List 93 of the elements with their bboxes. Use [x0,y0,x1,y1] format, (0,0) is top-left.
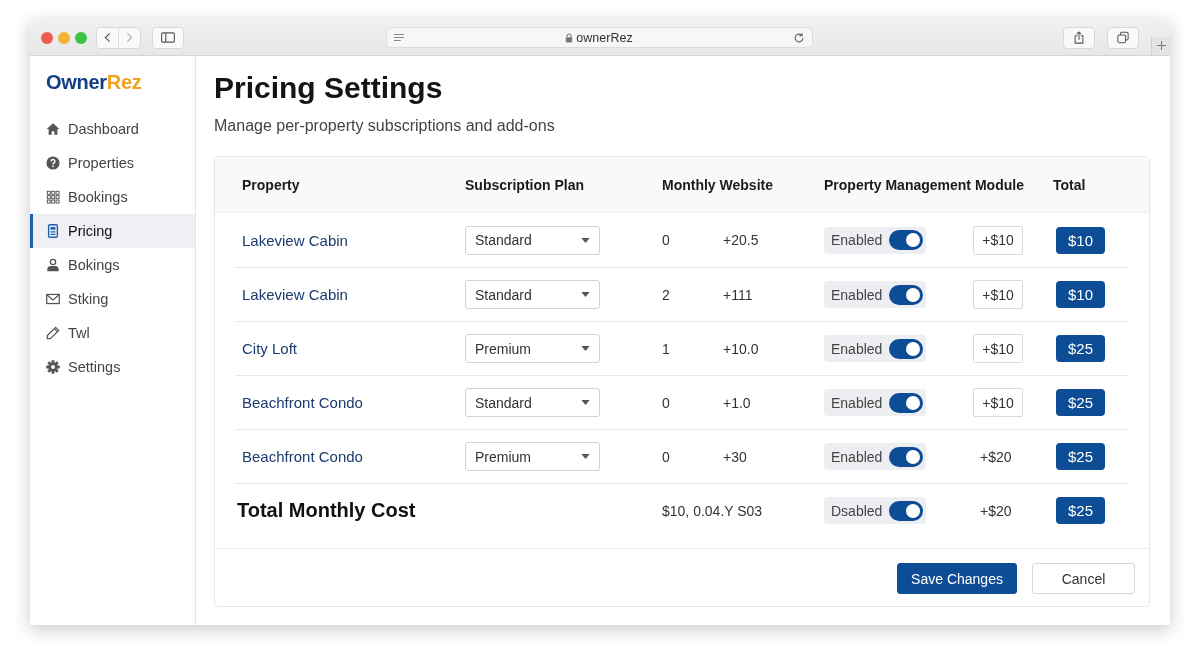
plan-dropdown[interactable]: Premium [465,442,600,471]
page-subtitle: Manage per-property subscriptions and add-ons [214,117,555,135]
column-header: Property Management Module [824,176,1024,193]
nav-item[interactable]: Stking [30,282,195,316]
gear-icon [46,360,60,374]
addon-price-field[interactable]: +$10 [973,388,1023,417]
module-status-label: Enabled [831,232,883,248]
property-link[interactable]: Beachfront Condo [242,394,363,411]
toggle-switch[interactable] [889,338,923,359]
toggle-switch[interactable] [889,392,923,413]
page-title: Pricing Settings [214,70,443,106]
property-link[interactable]: Lakeview Cabin [242,231,348,249]
nav-item[interactable]: Twl [30,316,195,350]
total-price-badge: $10 [1056,226,1105,254]
chevron-left-icon [104,32,111,43]
table-cell: $10, 0.04.Y S03 [662,502,763,519]
plan-dropdown[interactable]: Standard [465,280,600,309]
module-status-label: Enabled [831,448,883,465]
lines-icon [393,33,405,42]
table-cell: 2 [662,286,670,303]
nav-item[interactable]: Properties [30,146,195,180]
person-icon [46,258,60,272]
new-tab-button[interactable] [1151,36,1170,55]
nav-item[interactable]: Dashboard [30,112,195,146]
share-icon [1073,31,1085,44]
table-cell: 0 [662,394,670,411]
share-button[interactable] [1063,26,1095,49]
close-window-icon[interactable] [41,31,53,44]
table-cell: +10.0 [723,340,759,357]
table-cell: 1 [662,340,670,357]
toggle-switch[interactable] [889,230,923,250]
plan-dropdown[interactable]: Standard [465,225,600,255]
module-status-label: Dsabled [831,502,883,519]
caret-icon [581,400,590,405]
column-header: Property [242,176,300,193]
total-price-badge: $25 [1056,443,1105,470]
caret-icon [581,237,590,243]
addon-price-field[interactable]: +$10 [973,334,1023,363]
total-label: Total Monthly Cost [237,499,416,522]
grid-icon [46,190,60,204]
address-text: ownerRez [576,30,633,45]
total-price-badge: $25 [1056,389,1105,416]
overlapping-squares-icon [1117,31,1129,44]
plus-icon [1156,41,1166,50]
total-price-badge: $25 [1056,335,1105,362]
total-price-badge: $10 [1056,281,1105,308]
table-cell: +30 [723,448,747,465]
column-header: Monthly Website [662,176,773,193]
envelope-icon [46,292,60,306]
property-link[interactable]: Beachfront Condo [242,448,363,465]
total-price-badge: $25 [1056,497,1105,524]
column-header: Subscription Plan [465,176,584,193]
sidebar-toggle-button[interactable] [152,26,184,49]
table-cell: +1.0 [723,394,751,411]
column-header: Total [1053,176,1086,193]
logo: OwnerRez [46,70,142,94]
reload-icon[interactable] [793,31,805,44]
save-button[interactable]: Save Changes [897,563,1017,594]
property-link[interactable]: City Loft [242,340,298,357]
nav-item[interactable]: Bookings [30,180,195,214]
chevron-right-icon [126,32,133,43]
table-cell: 0 [662,232,670,248]
table-cell: +20.5 [723,232,759,248]
sidebar-icon [161,32,175,43]
table-cell: +111 [723,286,753,303]
caret-icon [581,346,590,351]
module-status-label: Enabled [831,340,883,357]
address-bar[interactable]: ownerRez [386,27,813,48]
addon-price-field[interactable]: +$10 [973,280,1023,309]
module-status-label: Enabled [831,286,883,303]
addon-price: +$20 [980,502,1012,519]
addon-price-field[interactable]: +$10 [973,225,1023,255]
pencil-icon [46,326,60,340]
caret-icon [581,454,590,459]
lock-icon [565,32,574,43]
document-icon [46,224,60,238]
property-link[interactable]: Lakeview Cabin [242,286,348,303]
table-cell: 0 [662,448,670,465]
toggle-switch[interactable] [889,446,923,467]
plan-dropdown[interactable]: Standard [465,388,600,417]
toggle-switch[interactable] [889,284,923,305]
nav-item[interactable]: Bokings [30,248,195,282]
tabs-button[interactable] [1107,26,1139,49]
question-circle-icon [46,156,60,170]
home-icon [46,122,60,136]
plan-dropdown[interactable]: Premium [465,334,600,363]
cancel-button[interactable]: Cancel [1032,563,1135,594]
nav-item[interactable]: Settings [30,350,195,384]
nav-item[interactable]: Pricing [30,214,195,248]
addon-price: +$20 [980,448,1012,465]
caret-icon [581,292,590,297]
toggle-switch[interactable] [889,500,923,521]
module-status-label: Enabled [831,394,883,411]
